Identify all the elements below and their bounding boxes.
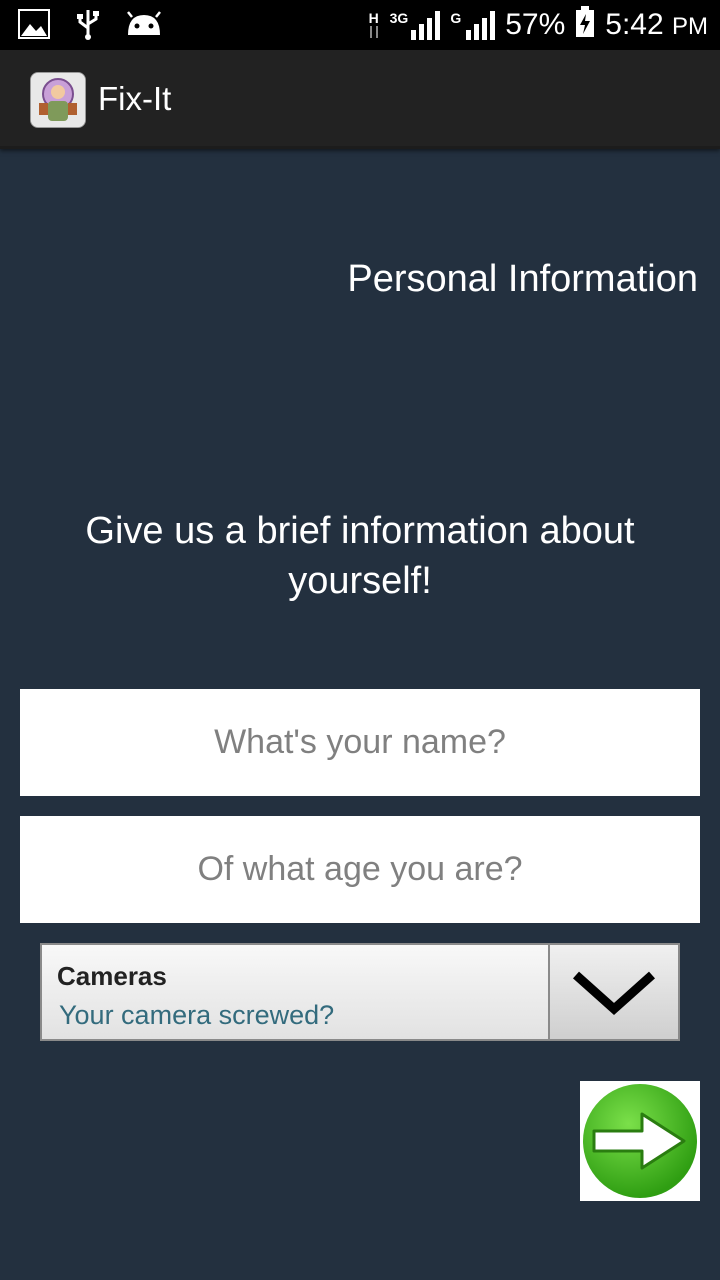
- network-g-label: G: [450, 9, 462, 26]
- dropdown-button[interactable]: [548, 945, 678, 1039]
- battery-charging-icon: [575, 6, 595, 43]
- clock-ampm: PM: [672, 12, 708, 40]
- clock: 5:42 PM: [605, 8, 708, 42]
- image-icon: [18, 9, 50, 44]
- name-input[interactable]: [20, 689, 700, 796]
- action-bar: Fix-It: [0, 50, 720, 149]
- status-bar: H 3G G 57% 5:42 PM: [0, 0, 720, 50]
- battery-percent: 57%: [505, 7, 566, 41]
- category-title: Cameras: [57, 961, 167, 991]
- age-input[interactable]: [20, 816, 700, 923]
- chevron-down-icon: [572, 971, 656, 1016]
- usb-icon: [76, 8, 100, 45]
- page-title: Personal Information: [347, 258, 698, 300]
- android-icon: [126, 11, 162, 42]
- app-title: Fix-It: [98, 80, 172, 117]
- h-label: H: [368, 9, 379, 26]
- network-3g-label: 3G: [389, 9, 409, 26]
- intro-text: Give us a brief information about yourse…: [85, 510, 635, 602]
- category-spinner[interactable]: Cameras Your camera screwed?: [40, 943, 680, 1041]
- category-subtitle: Your camera screwed?: [59, 1000, 335, 1030]
- clock-time: 5:42: [605, 7, 664, 41]
- fixit-app-icon[interactable]: [30, 72, 86, 128]
- green-arrow-right-icon: [583, 1084, 697, 1198]
- signal-icon: [466, 10, 496, 40]
- next-button[interactable]: [580, 1081, 700, 1201]
- data-arrows-icon: H: [368, 11, 380, 39]
- signal-icon: [411, 10, 441, 40]
